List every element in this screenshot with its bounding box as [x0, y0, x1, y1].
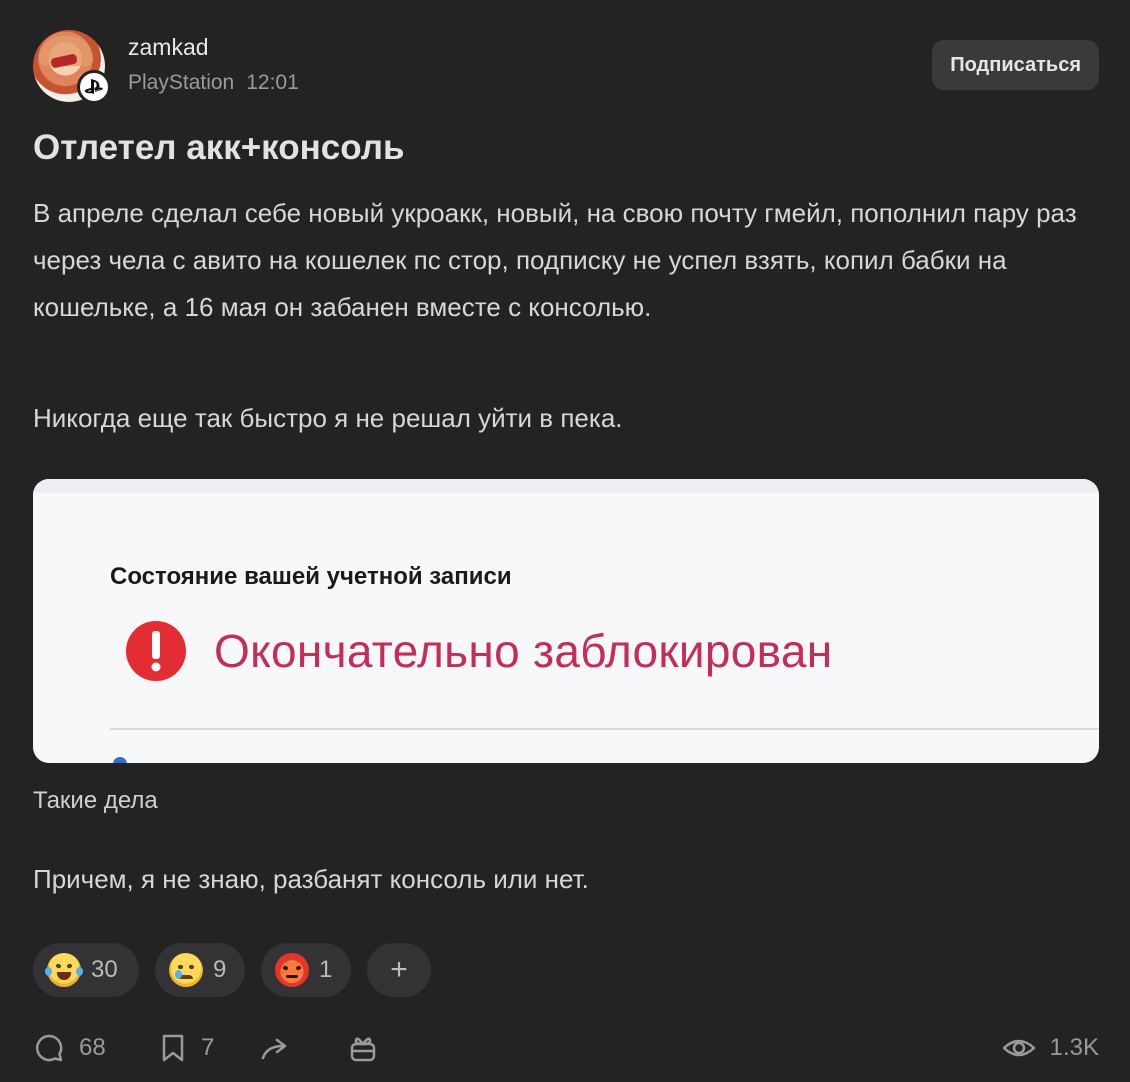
post-meta: PlayStation 12:01	[128, 71, 299, 95]
gift-icon	[350, 1037, 376, 1062]
post-actions-bar: 68 7 1.3K	[33, 1024, 1099, 1072]
reaction-count: 9	[213, 956, 227, 983]
bookmarks-count: 7	[201, 1034, 215, 1061]
gift-button[interactable]	[347, 1024, 379, 1072]
account-status-value: Окончательно заблокирован	[214, 625, 833, 677]
reaction-angry[interactable]: 1	[261, 943, 351, 997]
share-arrow-icon	[261, 1038, 287, 1060]
share-button[interactable]	[259, 1024, 295, 1072]
bookmark-icon	[162, 1034, 184, 1062]
reaction-cry[interactable]: 9	[155, 943, 245, 997]
post-paragraph: В апреле сделал себе новый укроакк, новы…	[33, 198, 1077, 322]
post-header: zamkad PlayStation 12:01 Подписаться	[33, 28, 1099, 108]
comments-count: 68	[79, 1034, 106, 1061]
laughing-tears-emoji-icon	[45, 953, 83, 987]
post-paragraph: Никогда еще так быстро я не решал уйти в…	[33, 403, 623, 433]
image-top-strip	[33, 479, 1099, 493]
playstation-badge-icon	[77, 70, 111, 104]
subscribe-button[interactable]: Подписаться	[932, 40, 1099, 90]
reactions-bar: 30 9 1 +	[33, 943, 431, 997]
views-counter: 1.3K	[1002, 1024, 1099, 1072]
angry-face-emoji-icon	[275, 953, 309, 987]
bookmark-button[interactable]: 7	[159, 1024, 214, 1072]
exclamation-alert-icon	[126, 621, 186, 681]
reaction-count: 1	[319, 956, 333, 983]
image-caption: Такие дела	[33, 787, 158, 814]
reaction-count: 30	[91, 956, 118, 983]
account-status-row: Окончательно заблокирован	[125, 620, 832, 682]
community-name[interactable]: PlayStation	[128, 71, 234, 95]
eye-icon	[1002, 1039, 1035, 1057]
image-divider	[110, 728, 1099, 730]
post-paragraph: Причем, я не знаю, разбанят консоль или …	[33, 864, 589, 894]
views-count: 1.3K	[1049, 1034, 1099, 1061]
post-title: Отлетел акк+консоль	[33, 128, 405, 167]
post-image[interactable]: Состояние вашей учетной записи Окончател…	[33, 479, 1099, 763]
add-reaction-button[interactable]: +	[367, 943, 431, 997]
author-name[interactable]: zamkad	[128, 34, 209, 61]
crying-face-emoji-icon	[169, 953, 203, 987]
comments-button[interactable]: 68	[33, 1024, 106, 1072]
post-time: 12:01	[246, 71, 299, 94]
account-status-heading: Состояние вашей учетной записи	[110, 563, 512, 590]
reaction-laugh[interactable]: 30	[33, 943, 139, 997]
info-dot-icon	[113, 757, 127, 763]
comment-bubble-icon	[35, 1034, 63, 1062]
